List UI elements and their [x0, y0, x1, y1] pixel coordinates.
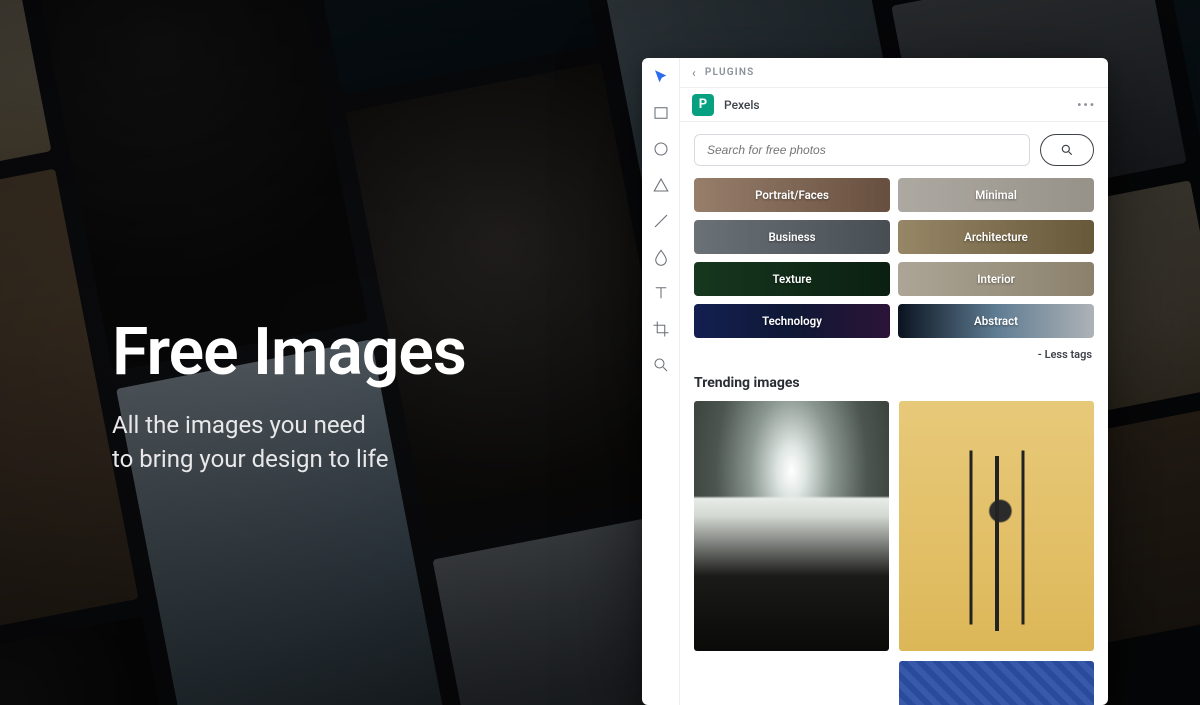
category-texture[interactable]: Texture — [694, 262, 890, 296]
rectangle-tool-icon[interactable] — [650, 102, 672, 124]
category-architecture[interactable]: Architecture — [898, 220, 1094, 254]
panel-main: ‹ PLUGINS P Pexels ••• Portrait/F — [680, 58, 1108, 705]
chevron-left-icon: ‹ — [692, 66, 697, 80]
crop-tool-icon[interactable] — [650, 318, 672, 340]
category-minimal[interactable]: Minimal — [898, 178, 1094, 212]
plugin-name: Pexels — [724, 98, 760, 112]
breadcrumb-label: PLUGINS — [705, 67, 754, 78]
trending-thumb-lamppost[interactable] — [899, 401, 1094, 651]
search-tool-icon[interactable] — [650, 354, 672, 376]
panel-body: Portrait/Faces Minimal Business Architec… — [680, 122, 1108, 705]
promo-stage: Free Images All the images you need to b… — [0, 0, 1200, 705]
category-business[interactable]: Business — [694, 220, 890, 254]
text-tool-icon[interactable] — [650, 282, 672, 304]
category-grid: Portrait/Faces Minimal Business Architec… — [694, 178, 1094, 338]
trending-thumb-blue-texture[interactable] — [899, 661, 1094, 705]
breadcrumb[interactable]: ‹ PLUGINS — [680, 58, 1108, 88]
less-tags-toggle[interactable]: - Less tags — [694, 348, 1092, 361]
trending-thumb-waterfall[interactable] — [694, 401, 889, 651]
search-input[interactable] — [694, 134, 1030, 166]
category-abstract[interactable]: Abstract — [898, 304, 1094, 338]
category-portrait-faces[interactable]: Portrait/Faces — [694, 178, 890, 212]
plugin-header: P Pexels ••• — [680, 88, 1108, 122]
trending-grid — [694, 401, 1094, 705]
tool-rail — [642, 58, 680, 705]
ellipse-tool-icon[interactable] — [650, 138, 672, 160]
more-options-button[interactable]: ••• — [1077, 98, 1096, 112]
plugin-panel: ‹ PLUGINS P Pexels ••• Portrait/F — [642, 58, 1108, 705]
line-tool-icon[interactable] — [650, 210, 672, 232]
pexels-logo-icon: P — [692, 94, 714, 116]
hero-subtitle: All the images you need to bring your de… — [112, 409, 466, 476]
triangle-tool-icon[interactable] — [650, 174, 672, 196]
search-button[interactable] — [1040, 134, 1094, 166]
cursor-tool-icon[interactable] — [650, 66, 672, 88]
search-icon — [1060, 143, 1074, 157]
hero-text: Free Images All the images you need to b… — [112, 318, 466, 476]
pen-tool-icon[interactable] — [650, 246, 672, 268]
category-technology[interactable]: Technology — [694, 304, 890, 338]
category-interior[interactable]: Interior — [898, 262, 1094, 296]
hero-title: Free Images — [112, 318, 466, 387]
trending-heading: Trending images — [694, 375, 1094, 391]
search-row — [694, 134, 1094, 166]
